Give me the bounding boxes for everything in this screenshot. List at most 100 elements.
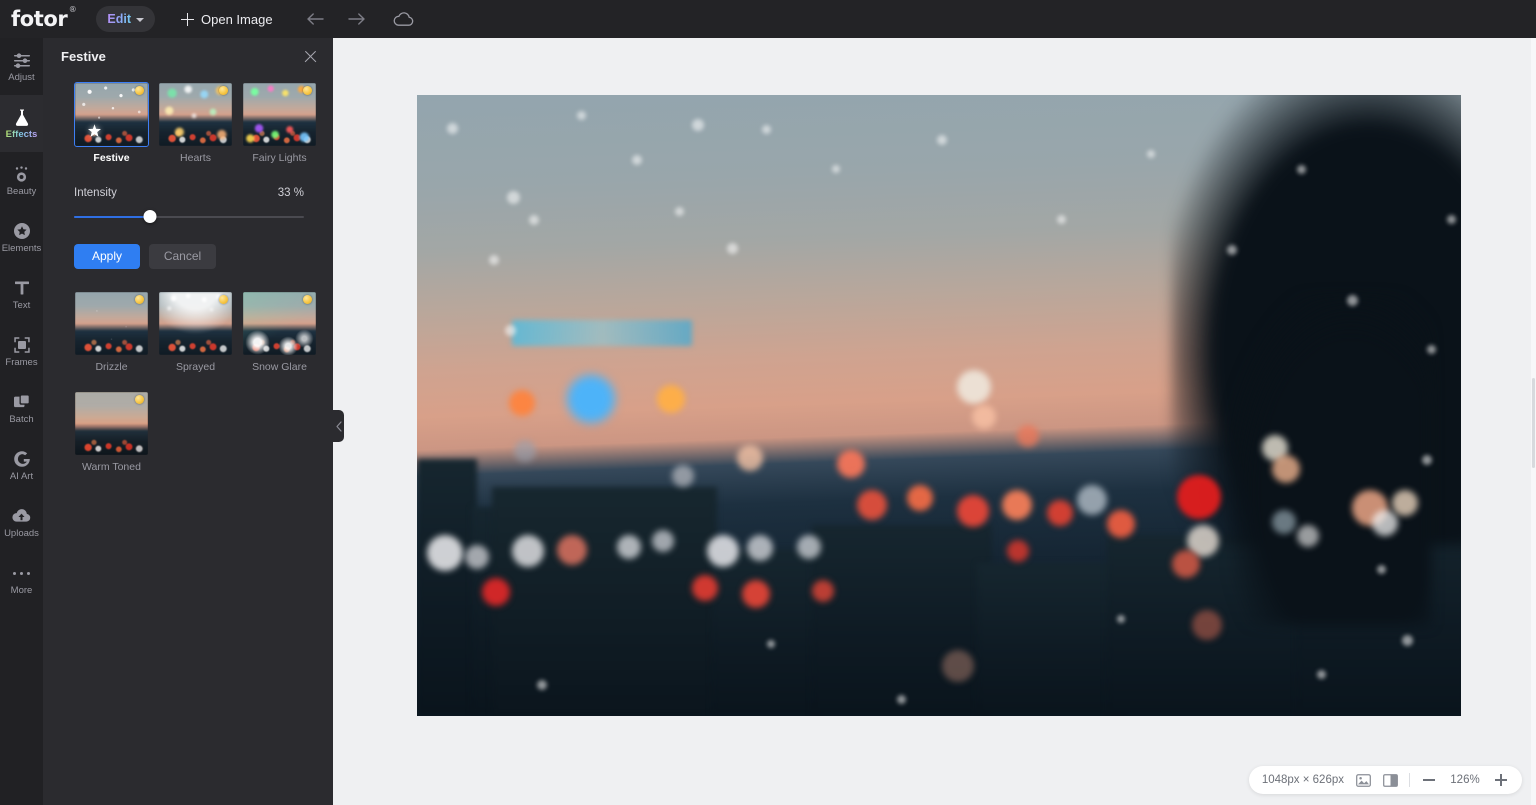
sidebar-item-more[interactable]: More <box>0 551 43 608</box>
premium-badge-icon <box>219 86 228 95</box>
chevron-down-icon <box>136 17 144 22</box>
effect-item-warm-toned[interactable]: Warm Toned <box>74 391 149 474</box>
eye-icon <box>12 164 31 184</box>
effect-item-drizzle[interactable]: Drizzle <box>74 291 149 374</box>
zoom-in-button[interactable] <box>1493 772 1509 788</box>
editor-canvas-area[interactable] <box>333 38 1536 805</box>
effect-item-fairy-lights[interactable]: Fairy Lights <box>242 82 317 165</box>
sidebar-item-uploads[interactable]: Uploads <box>0 494 43 551</box>
sidebar-item-batch[interactable]: Batch <box>0 380 43 437</box>
photo-neon-sign <box>512 320 692 346</box>
sidebar-item-elements[interactable]: Elements <box>0 209 43 266</box>
effect-item-snow-glare[interactable]: Snow Glare <box>242 291 317 374</box>
edited-photo[interactable] <box>417 95 1461 716</box>
compare-split-icon[interactable] <box>1382 772 1398 788</box>
effect-label: Fairy Lights <box>252 152 307 164</box>
logo-text: fotor <box>11 6 68 31</box>
sidebar-label-ai-batch: Batch <box>9 414 34 426</box>
premium-badge-icon <box>303 294 312 304</box>
flask-icon <box>13 107 31 127</box>
effect-thumbnail <box>74 82 149 147</box>
sliders-icon <box>13 50 31 70</box>
premium-badge-icon <box>219 294 228 304</box>
image-dimensions: 1048px × 626px <box>1261 774 1344 786</box>
top-toolbar: fotor ® Edit Open Image <box>0 0 1536 38</box>
sidebar-item-beauty[interactable]: Beauty <box>0 152 43 209</box>
left-nav-rail: Adjust Effects Beauty Elements Text Fram… <box>0 38 43 805</box>
effect-thumbnail <box>158 291 233 356</box>
effect-label: Warm Toned <box>82 461 141 474</box>
sidebar-item-ai-art[interactable]: AI Art <box>0 437 43 494</box>
effect-label: Drizzle <box>95 360 128 373</box>
sidebar-label-beauty: Beauty <box>6 186 37 198</box>
sidebar-label-adjust: Adjust <box>8 72 35 84</box>
effect-item-festive[interactable]: Festive <box>74 82 149 165</box>
intensity-label: Intensity <box>74 186 117 199</box>
apply-button[interactable]: Apply <box>74 243 140 269</box>
redo-button[interactable] <box>346 8 368 30</box>
ellipsis-icon <box>12 563 31 583</box>
edit-dropdown-label: Edit <box>107 12 131 26</box>
sidebar-item-frames[interactable]: Frames <box>0 323 43 380</box>
effect-label: Hearts <box>180 152 211 164</box>
intensity-row: Intensity 33 % <box>74 187 304 199</box>
panel-action-buttons: Apply Cancel <box>74 243 304 269</box>
undo-button[interactable] <box>305 8 327 30</box>
ai-art-icon <box>13 449 31 469</box>
edit-mode-dropdown[interactable]: Edit <box>96 6 155 32</box>
effect-label: Snow Glare <box>252 360 307 373</box>
effect-item-hearts[interactable]: Hearts <box>158 82 233 165</box>
sidebar-item-adjust[interactable]: Adjust <box>0 38 43 95</box>
sidebar-label-ai-art: AI Art <box>9 471 34 483</box>
upload-cloud-icon <box>12 506 31 526</box>
plus-icon <box>181 12 194 26</box>
premium-badge-icon <box>135 86 144 95</box>
open-image-button[interactable]: Open Image <box>181 12 273 27</box>
text-t-icon <box>13 278 31 298</box>
effect-item-sprayed[interactable]: Sprayed <box>158 291 233 374</box>
arrow-right-icon <box>348 13 365 25</box>
registered-mark: ® <box>68 4 77 14</box>
status-divider <box>1409 773 1410 787</box>
canvas-scrollbar[interactable] <box>1531 38 1536 805</box>
intensity-slider[interactable] <box>74 209 304 224</box>
slider-fill <box>74 215 150 218</box>
open-image-label: Open Image <box>201 11 273 27</box>
batch-icon <box>13 392 31 412</box>
sidebar-item-text[interactable]: Text <box>0 266 43 323</box>
premium-badge-icon <box>303 86 312 95</box>
sidebar-label-text: Text <box>12 300 31 312</box>
cloud-icon <box>393 11 414 26</box>
effects-panel: Festive Festive Hearts Fairy Lights Inte… <box>43 38 333 805</box>
zoom-level-label: 126% <box>1450 774 1480 786</box>
sidebar-label-elements: Elements <box>1 243 42 255</box>
scrollbar-thumb[interactable] <box>1532 378 1535 468</box>
panel-collapse-button[interactable] <box>333 410 344 442</box>
zoom-out-button[interactable] <box>1421 772 1437 788</box>
cancel-button[interactable]: Cancel <box>149 243 216 269</box>
effect-thumbnail <box>158 82 233 147</box>
photo-tree <box>1231 295 1431 625</box>
effect-grid-row-3: Warm Toned <box>43 373 333 474</box>
star-badge-icon <box>13 221 31 241</box>
effect-thumbnail <box>74 291 149 356</box>
premium-badge-icon <box>135 294 144 304</box>
effect-thumbnail <box>74 391 149 456</box>
sidebar-item-effects[interactable]: Effects <box>0 95 43 152</box>
intensity-value: 33 % <box>277 186 304 199</box>
bottom-status-bar: 1048px × 626px 126% <box>1248 766 1522 794</box>
effect-label: Festive <box>93 152 130 164</box>
cloud-save-button[interactable] <box>392 7 416 31</box>
panel-header: Festive <box>43 38 333 74</box>
fotor-logo[interactable]: fotor ® <box>11 5 77 31</box>
chevron-left-icon <box>335 420 342 432</box>
star-brush-cursor-icon <box>87 124 102 137</box>
frame-icon <box>13 335 31 355</box>
close-icon[interactable] <box>303 49 318 64</box>
slider-handle[interactable] <box>143 209 157 223</box>
effect-grid-row-2: Drizzle Sprayed Snow Glare <box>43 269 333 374</box>
effect-thumbnail <box>242 82 317 147</box>
intensity-controls: Intensity 33 % Apply Cancel <box>43 165 333 269</box>
picture-icon[interactable] <box>1355 772 1371 788</box>
effect-grid-row-1: Festive Hearts Fairy Lights <box>43 74 333 165</box>
